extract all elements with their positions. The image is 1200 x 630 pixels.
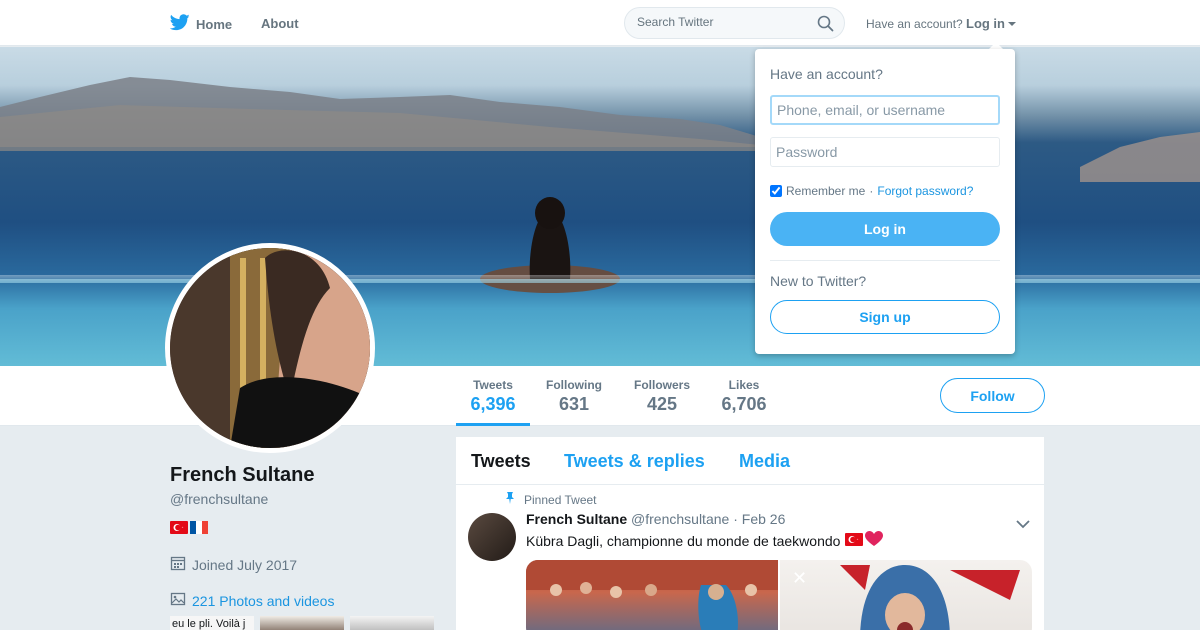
search-icon[interactable]	[817, 15, 834, 37]
photo-thumbnails: eu le pli. Voilà j	[170, 616, 434, 630]
signup-button[interactable]: Sign up	[770, 300, 1000, 334]
remember-me-label[interactable]: Remember me	[786, 184, 865, 198]
photo-icon	[170, 591, 192, 610]
thumbnail-caption: eu le pli. Voilà j	[172, 618, 246, 630]
tweet-separator: ·	[733, 511, 738, 527]
stat-label: Tweets	[473, 378, 513, 392]
tweet-media-image[interactable]: ✕	[526, 560, 778, 630]
search-box[interactable]	[624, 7, 845, 39]
turkey-flag-icon	[845, 532, 864, 549]
pin-icon	[504, 492, 524, 507]
profile-handle[interactable]: @frenchsultane	[170, 491, 268, 507]
stat-value: 425	[646, 394, 678, 414]
pinned-label: Pinned Tweet	[524, 492, 597, 507]
login-link-label: Log in	[966, 16, 1005, 31]
tweet-header: French Sultane @frenchsultane · Feb 26	[526, 511, 785, 527]
tweet-avatar[interactable]	[468, 513, 516, 561]
timeline: Tweets Tweets & replies Media Pinned Twe…	[456, 437, 1044, 630]
login-button[interactable]: Log in	[770, 212, 1000, 246]
joined-date: Joined July 2017	[170, 555, 297, 574]
turkey-flag-icon	[170, 521, 188, 534]
stat-value: 631	[558, 394, 590, 414]
tab-media[interactable]: Media	[739, 451, 790, 472]
avatar-photo	[170, 248, 370, 448]
dropdown-title: Have an account?	[770, 66, 883, 82]
banner-pool-edge	[0, 275, 1200, 283]
stat-label: Likes	[728, 378, 760, 392]
tweet-author-handle[interactable]: @frenchsultane	[631, 511, 729, 527]
new-to-twitter-label: New to Twitter?	[770, 273, 867, 289]
stat-label: Following	[546, 378, 602, 392]
profile-avatar[interactable]	[165, 243, 375, 453]
login-menu-toggle[interactable]: Log in	[966, 16, 1016, 31]
photos-videos-link[interactable]: 221 Photos and videos	[170, 591, 334, 610]
nav-home-label: Home	[196, 16, 233, 32]
stat-following[interactable]: Following 631	[544, 378, 604, 415]
france-flag-icon	[190, 521, 208, 534]
tab-tweets-replies[interactable]: Tweets & replies	[564, 451, 705, 472]
profile-name[interactable]: French Sultane	[170, 464, 314, 487]
joined-label: Joined July 2017	[192, 556, 298, 573]
red-heart-icon	[865, 531, 884, 550]
tweet-date[interactable]: Feb 26	[742, 511, 786, 527]
calendar-icon	[170, 555, 192, 574]
profile-bio	[170, 521, 208, 534]
timeline-tabs: Tweets Tweets & replies Media	[456, 437, 1044, 485]
account-prompt: Have an account?	[866, 17, 963, 31]
photo-thumbnail[interactable]	[350, 616, 434, 630]
stat-value: 6,396	[470, 394, 516, 414]
username-input[interactable]	[770, 95, 1000, 125]
caret-down-icon	[1008, 21, 1016, 26]
stat-followers[interactable]: Followers 425	[632, 378, 692, 415]
stat-label: Followers	[633, 378, 690, 392]
dropdown-divider	[770, 260, 1000, 261]
top-navigation: Home About Have an account? Log in	[0, 0, 1200, 46]
pinned-tweet-context: Pinned Tweet	[504, 492, 597, 507]
twitter-bird-icon	[169, 14, 196, 34]
active-stat-underline	[456, 423, 530, 426]
login-dropdown: Have an account? Remember me · Forgot pa…	[755, 49, 1015, 354]
stat-tweets[interactable]: Tweets 6,396	[470, 378, 516, 415]
photo-thumbnail[interactable]	[260, 616, 344, 630]
search-input[interactable]	[637, 15, 807, 29]
stat-value: 6,706	[721, 394, 767, 414]
forgot-password-link[interactable]: Forgot password?	[877, 184, 973, 198]
photos-videos-label: 221 Photos and videos	[192, 592, 335, 609]
tab-tweets[interactable]: Tweets	[471, 451, 531, 472]
remember-me-row: Remember me · Forgot password?	[770, 184, 973, 198]
photo-thumbnail[interactable]: eu le pli. Voilà j	[170, 616, 254, 630]
stat-likes[interactable]: Likes 6,706	[720, 378, 768, 415]
follow-button[interactable]: Follow	[940, 378, 1045, 413]
tweet-media-image[interactable]: ✕	[780, 560, 1032, 630]
chevron-down-icon[interactable]	[1016, 516, 1030, 534]
tweet-text-body: Kübra Dagli, championne du monde de taek…	[526, 532, 841, 549]
tweet-author-name[interactable]: French Sultane	[526, 511, 627, 527]
tweet-text: Kübra Dagli, championne du monde de taek…	[526, 531, 884, 550]
nav-home-link[interactable]: Home	[169, 12, 233, 36]
dropdown-separator: ·	[869, 184, 874, 198]
password-input[interactable]	[770, 137, 1000, 167]
nav-about-link[interactable]: About	[261, 16, 299, 31]
remember-me-checkbox[interactable]	[770, 185, 782, 197]
tweet-media[interactable]: ✕ ✕	[526, 560, 1032, 630]
